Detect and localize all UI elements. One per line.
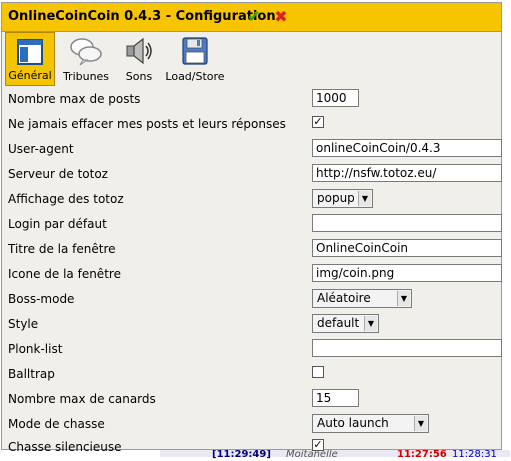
setting-window-icon: Icone de la fenêtre img/coin.png — [2, 263, 502, 288]
never-delete-posts-checkbox[interactable]: ✓ — [312, 116, 324, 128]
tab-load-store[interactable]: Load/Store — [164, 32, 226, 86]
title-bar[interactable]: OnlineCoinCoin 0.4.3 - Configuration ✔ ✖ — [2, 3, 501, 32]
setting-label: Affichage des totoz — [8, 192, 124, 206]
tab-label: Général — [8, 69, 52, 82]
user-agent-input[interactable]: onlineCoinCoin/0.4.3 — [312, 139, 502, 157]
totoz-server-input[interactable]: http://nsfw.totoz.eu/ — [312, 164, 502, 182]
max-posts-input[interactable]: 1000 — [312, 89, 359, 107]
tab-bar: Général Tribunes Sons Load/Store — [2, 32, 501, 87]
setting-label: Balltrap — [8, 367, 55, 381]
setting-plonk-list: Plonk-list — [2, 338, 502, 363]
chevron-down-icon: ▼ — [358, 191, 371, 206]
window-icon — [15, 37, 45, 70]
setting-label: Nombre max de posts — [8, 92, 141, 106]
style-select[interactable]: default ▼ — [312, 314, 379, 333]
setting-label: Style — [8, 317, 39, 331]
setting-label: Boss-mode — [8, 292, 75, 306]
select-value: popup — [317, 191, 355, 205]
max-ducks-input[interactable]: 15 — [312, 389, 359, 407]
configuration-dialog: OnlineCoinCoin 0.4.3 - Configuration ✔ ✖… — [1, 2, 502, 454]
window-title: OnlineCoinCoin 0.4.3 - Configuration — [8, 9, 276, 24]
checkmark-icon[interactable]: ✔ — [245, 8, 263, 26]
chevron-down-icon: ▼ — [364, 316, 377, 331]
chevron-down-icon: ▼ — [397, 291, 410, 306]
balltrap-checkbox[interactable] — [312, 366, 324, 378]
setting-label: Chasse silencieuse — [8, 440, 122, 454]
setting-user-agent: User-agent onlineCoinCoin/0.4.3 — [2, 138, 502, 163]
setting-totoz-display: Affichage des totoz popup ▼ — [2, 188, 501, 213]
setting-silent-hunt: Chasse silencieuse ✓ — [2, 436, 501, 461]
tab-tribunes[interactable]: Tribunes — [58, 32, 114, 86]
setting-default-login: Login par défaut — [2, 213, 502, 238]
window-title-input[interactable]: OnlineCoinCoin — [312, 239, 502, 257]
tab-sons[interactable]: Sons — [117, 32, 161, 86]
setting-max-posts: Nombre max de posts 1000 — [2, 88, 501, 113]
setting-never-delete-posts: Ne jamais effacer mes posts et leurs rép… — [2, 113, 501, 138]
chevron-down-icon: ▼ — [414, 416, 427, 431]
select-value: Aléatoire — [317, 291, 371, 305]
hunt-mode-select[interactable]: Auto launch ▼ — [312, 414, 429, 433]
speech-bubbles-icon — [69, 36, 103, 69]
setting-boss-mode: Boss-mode Aléatoire ▼ — [2, 288, 501, 313]
setting-label: User-agent — [8, 142, 74, 156]
setting-label: Serveur de totoz — [8, 167, 108, 181]
setting-style: Style default ▼ — [2, 313, 501, 338]
setting-hunt-mode: Mode de chasse Auto launch ▼ — [2, 413, 501, 438]
window-icon-input[interactable]: img/coin.png — [312, 264, 502, 282]
setting-label: Login par défaut — [8, 217, 107, 231]
setting-balltrap: Balltrap — [2, 363, 501, 388]
setting-totoz-server: Serveur de totoz http://nsfw.totoz.eu/ — [2, 163, 502, 188]
plonk-list-input[interactable] — [312, 339, 502, 357]
setting-label: Icone de la fenêtre — [8, 267, 121, 281]
setting-label: Plonk-list — [8, 342, 63, 356]
speaker-icon — [123, 36, 155, 69]
setting-window-title: Titre de la fenêtre OnlineCoinCoin — [2, 238, 502, 263]
default-login-input[interactable] — [312, 214, 502, 232]
setting-max-ducks: Nombre max de canards 15 — [2, 388, 501, 413]
tab-label: Tribunes — [62, 70, 110, 83]
setting-label: Ne jamais effacer mes posts et leurs rép… — [8, 117, 286, 131]
close-icon[interactable]: ✖ — [272, 8, 290, 26]
tab-general[interactable]: Général — [5, 32, 55, 86]
totoz-display-select[interactable]: popup ▼ — [312, 189, 373, 208]
setting-label: Nombre max de canards — [8, 392, 156, 406]
tab-label: Sons — [125, 70, 153, 83]
boss-mode-select[interactable]: Aléatoire ▼ — [312, 289, 412, 308]
silent-hunt-checkbox[interactable]: ✓ — [312, 439, 324, 451]
setting-label: Titre de la fenêtre — [8, 242, 116, 256]
select-value: Auto launch — [317, 416, 389, 430]
tab-label: Load/Store — [165, 70, 225, 83]
floppy-disk-icon — [180, 36, 210, 69]
setting-label: Mode de chasse — [8, 417, 105, 431]
select-value: default — [317, 316, 360, 330]
